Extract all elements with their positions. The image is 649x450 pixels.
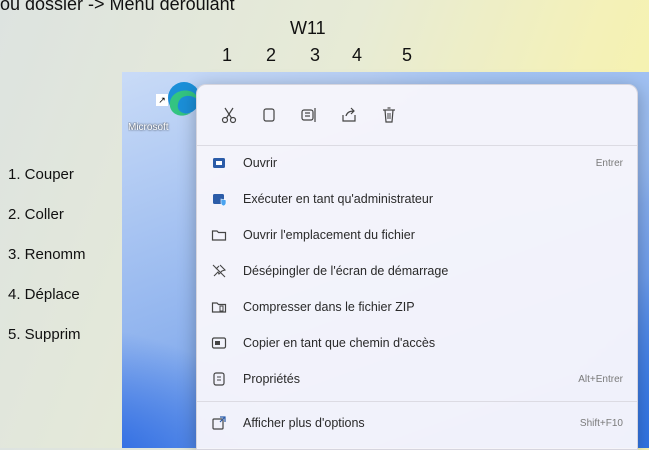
windows-version-label: W11 [290,18,326,38]
menu-item-label: Désépingler de l'écran de démarrage [243,264,449,278]
cut-button[interactable] [215,101,243,129]
menu-item-shortcut: Shift+F10 [579,417,623,429]
legend-delete: 5. Supprim [8,326,81,343]
number-label-1: 1 [222,45,233,65]
number-label-5: 5 [402,45,413,65]
number-label-3: 3 [310,45,321,65]
menu-item-label: Ouvrir l'emplacement du fichier [243,228,415,242]
delete-icon [383,107,395,123]
more-options-icon [211,415,227,431]
rename-icon [301,108,316,122]
number-label-4: 4 [352,45,363,65]
menu-item-compress-zip[interactable]: Compresser dans le fichier ZIP [197,291,637,323]
legend-paste: 2. Coller [8,206,64,223]
menu-item-copy-as-path[interactable]: Copier en tant que chemin d'accès [197,327,637,359]
share-button[interactable] [335,101,363,129]
open-icon [211,155,227,171]
delete-button[interactable] [375,101,403,129]
menu-item-open[interactable]: Ouvrir Entrer [197,147,637,179]
legend-move: 4. Déplace [8,286,80,303]
context-menu-toolbar [197,85,637,145]
legend-rename: 3. Renomm [8,246,86,263]
menu-item-shortcut: Alt+Entrer [578,373,623,385]
menu-item-label: Ouvrir [243,156,278,170]
menu-item-properties[interactable]: Propriétés Alt+Entrer [197,363,637,395]
copy-path-icon [211,335,227,351]
menu-divider [197,401,637,402]
number-label-2: 2 [266,45,277,65]
share-icon [342,107,356,122]
menu-item-label: Afficher plus d'options [243,416,365,430]
unpin-icon [211,263,227,279]
zip-folder-icon [211,299,227,315]
rename-button[interactable] [295,101,323,129]
admin-shield-icon [211,191,227,207]
menu-item-run-as-admin[interactable]: Exécuter en tant qu'administrateur [197,183,637,215]
slide-title: ou dossier -> Menu déroulant [0,0,235,14]
menu-item-label: Compresser dans le fichier ZIP [243,300,415,314]
folder-icon [211,227,227,243]
menu-item-label: Exécuter en tant qu'administrateur [243,192,433,206]
copy-icon [263,108,275,122]
menu-item-show-more-options[interactable]: Afficher plus d'options Shift+F10 [197,407,637,439]
copy-button[interactable] [255,101,283,129]
desktop-icon-label: Microsoft [128,122,169,133]
shortcut-arrow-icon: ↗ [156,94,168,106]
cut-icon [221,107,237,124]
properties-icon [211,371,227,387]
menu-item-shortcut: Entrer [595,157,623,169]
legend-cut: 1. Couper [8,166,74,183]
context-menu: Ouvrir Entrer Exécuter en tant qu'admini… [196,84,638,450]
menu-item-label: Copier en tant que chemin d'accès [243,336,436,350]
toolbar-divider [197,145,637,146]
menu-item-open-file-location[interactable]: Ouvrir l'emplacement du fichier [197,219,637,251]
menu-item-unpin-start[interactable]: Désépingler de l'écran de démarrage [197,255,637,287]
menu-item-label: Propriétés [243,372,300,386]
